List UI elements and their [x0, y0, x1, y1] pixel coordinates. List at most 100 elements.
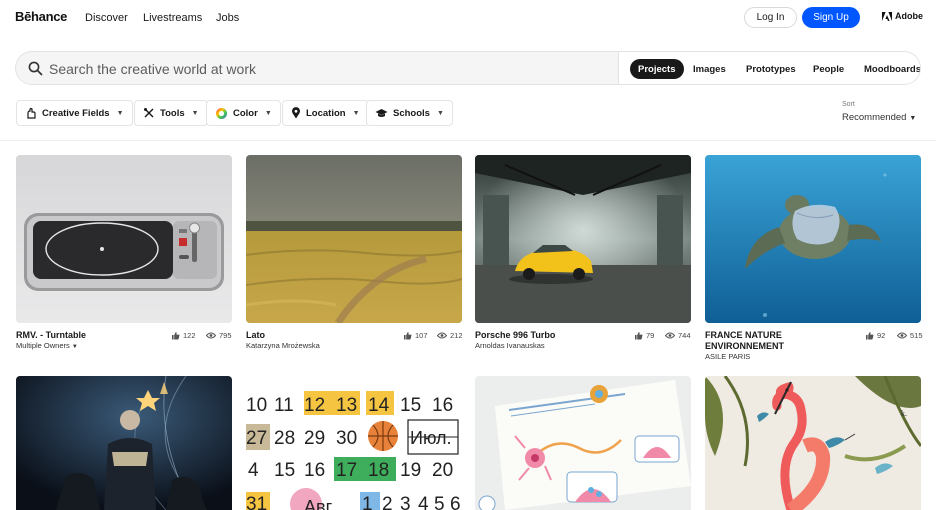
- thumbs-up-icon: [172, 332, 180, 340]
- calendar-day: 15: [400, 395, 421, 416]
- calendar-day: 30: [336, 428, 357, 449]
- project-title[interactable]: Porsche 996 Turbo: [475, 330, 555, 341]
- project-thumbnail-flamingo[interactable]: k.: [705, 376, 921, 510]
- filter-label: Tools: [160, 107, 185, 119]
- adobe-link[interactable]: Adobe: [882, 11, 923, 21]
- illustration-signature: k.: [901, 409, 907, 418]
- search-type-moodboards[interactable]: Moodboards: [856, 59, 920, 79]
- calendar-day: 4: [418, 494, 429, 510]
- calendar-day: 1: [362, 494, 373, 510]
- behance-logo[interactable]: Bēhance: [15, 9, 67, 24]
- section-divider: [0, 140, 936, 141]
- calendar-day: 16: [432, 395, 453, 416]
- filter-label: Creative Fields: [42, 107, 110, 119]
- project-thumbnail-wheat-field[interactable]: [246, 155, 462, 323]
- thumbs-up-icon: [404, 332, 412, 340]
- project-title[interactable]: FRANCE NATURE ENVIRONNEMENT: [705, 330, 855, 352]
- project-title[interactable]: Lato: [246, 330, 265, 341]
- calendar-month-label: Июл.: [410, 428, 452, 448]
- calendar-day: 31: [246, 494, 267, 510]
- project-owner[interactable]: ASILE PARIS: [705, 352, 750, 361]
- filter-location[interactable]: Location ▼: [282, 100, 369, 126]
- views-value: 744: [678, 331, 691, 340]
- calendar-day: 4: [248, 460, 259, 481]
- project-thumbnail-turntable[interactable]: [16, 155, 232, 323]
- calendar-day: 13: [336, 395, 357, 416]
- color-wheel-icon: [216, 107, 227, 119]
- calendar-day: 10: [246, 395, 267, 416]
- appreciations-value: 79: [646, 331, 655, 340]
- filter-label: Location: [306, 107, 346, 119]
- calendar-day: 18: [368, 460, 389, 481]
- calendar-day: 16: [304, 460, 325, 481]
- views-value: 515: [910, 331, 923, 340]
- calendar-day: 17: [336, 460, 357, 481]
- calendar-day: 20: [432, 460, 453, 481]
- project-title[interactable]: RMV. - Turntable: [16, 330, 86, 341]
- nav-link-livestreams[interactable]: Livestreams: [143, 12, 202, 24]
- project-thumbnail-calendar[interactable]: 10 11 12 13 14 15 16 27 28 29 30 Июл. 4 …: [246, 376, 462, 510]
- views-count: 212: [437, 331, 463, 340]
- filter-tools[interactable]: Tools ▼: [134, 100, 208, 126]
- views-value: 795: [219, 331, 232, 340]
- project-thumbnail-sea-turtle[interactable]: [705, 155, 921, 323]
- location-pin-icon: [292, 107, 300, 119]
- calendar-day: 29: [304, 428, 325, 449]
- eye-icon: [437, 332, 447, 339]
- tools-icon: [144, 108, 154, 118]
- project-owner[interactable]: Katarzyna Mrożewska: [246, 341, 320, 350]
- calendar-day: 27: [246, 428, 267, 449]
- eye-icon: [206, 332, 216, 339]
- chevron-down-icon: ▼: [436, 109, 444, 117]
- creative-fields-icon: [27, 107, 36, 119]
- appreciations-value: 122: [183, 331, 196, 340]
- views-count: 795: [206, 331, 232, 340]
- chevron-down-icon: ▼: [71, 344, 78, 350]
- calendar-day: 11: [274, 395, 294, 416]
- thumbs-up-icon: [866, 332, 874, 340]
- calendar-day: 5: [434, 494, 445, 510]
- calendar-day: 6: [450, 494, 461, 510]
- search-icon: [28, 61, 43, 76]
- signup-button[interactable]: Sign Up: [802, 7, 860, 28]
- project-owner[interactable]: Arnoldas Ivanauskas: [475, 341, 545, 350]
- adobe-label: Adobe: [895, 11, 923, 21]
- calendar-day: 14: [368, 395, 390, 416]
- filter-label: Schools: [393, 107, 430, 119]
- search-type-projects[interactable]: Projects: [630, 59, 684, 79]
- eye-icon: [665, 332, 675, 339]
- sort-value: Recommended: [842, 112, 907, 123]
- project-owner[interactable]: Multiple Owners ▼: [16, 341, 78, 350]
- chevron-down-icon: ▼: [116, 109, 124, 117]
- appreciations-value: 107: [415, 331, 428, 340]
- search-type-prototypes[interactable]: Prototypes: [738, 59, 804, 79]
- chevron-down-icon: ▼: [191, 109, 199, 117]
- chevron-down-icon: ▼: [909, 115, 917, 122]
- views-count: 515: [897, 331, 923, 340]
- sort-label: Sort: [842, 101, 855, 108]
- appreciations-count: 122: [171, 331, 196, 340]
- appreciations-count: 107: [403, 331, 428, 340]
- project-thumbnail-neuron-diagram[interactable]: [475, 376, 691, 510]
- chevron-down-icon: ▼: [264, 109, 272, 117]
- eye-icon: [897, 332, 907, 339]
- search-type-people[interactable]: People: [805, 59, 852, 79]
- project-thumbnail-astronaut-poster[interactable]: [16, 376, 232, 510]
- filter-schools[interactable]: Schools ▼: [366, 100, 453, 126]
- sort-dropdown[interactable]: Recommended ▼: [842, 112, 916, 123]
- nav-link-discover[interactable]: Discover: [85, 12, 128, 24]
- calendar-day: 2: [382, 494, 393, 510]
- project-thumbnail-porsche[interactable]: [475, 155, 691, 323]
- calendar-day: 28: [274, 428, 295, 449]
- search-type-selector: Projects Images Prototypes People Moodbo…: [619, 52, 920, 84]
- search-type-images[interactable]: Images: [685, 59, 734, 79]
- filter-creative-fields[interactable]: Creative Fields ▼: [16, 100, 133, 126]
- login-button[interactable]: Log In: [744, 7, 797, 28]
- calendar-day: 12: [304, 395, 325, 416]
- filter-color[interactable]: Color ▼: [206, 100, 281, 126]
- chevron-down-icon: ▼: [352, 109, 360, 117]
- views-value: 212: [450, 331, 463, 340]
- search-input[interactable]: [49, 60, 609, 78]
- nav-link-jobs[interactable]: Jobs: [216, 12, 239, 24]
- thumbs-up-icon: [635, 332, 643, 340]
